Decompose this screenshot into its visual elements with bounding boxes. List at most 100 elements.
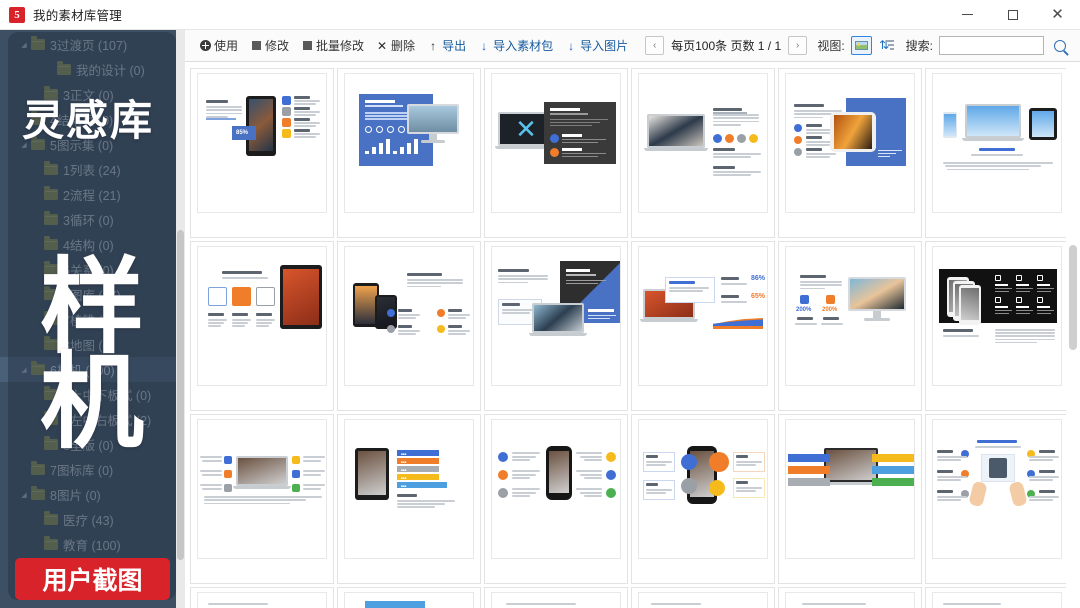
thumbnail-cell[interactable]	[484, 414, 628, 584]
minimize-button[interactable]	[945, 0, 990, 30]
laptop-six-icons-slide[interactable]	[197, 419, 327, 559]
import-pkg-button[interactable]: ↓ 导入素材包	[473, 35, 558, 56]
tree-item[interactable]: ◢3正文 (0)	[0, 82, 185, 107]
tree-item[interactable]: ◢2流程 (21)	[0, 182, 185, 207]
tree-item[interactable]: ◢4结构 (0)	[0, 232, 185, 257]
thumbnail-gallery[interactable]: 85% 86% 65% 200% 200% ■■■ ■■■ ■■■ ■■■ ■■■	[185, 62, 1080, 608]
tree-item[interactable]: ◢4结果页 (0)	[0, 107, 185, 132]
expand-arrow-icon[interactable]: ◢	[17, 491, 31, 499]
thumbnail-cell[interactable]	[925, 241, 1069, 411]
thumbnail-cell[interactable]	[337, 241, 481, 411]
next-page-button[interactable]: ›	[788, 36, 808, 55]
use-button[interactable]: 使用	[194, 35, 243, 56]
import-img-button[interactable]: ↓ 导入图片	[560, 35, 633, 56]
tree-item[interactable]: ◢教育 (100)	[0, 532, 185, 557]
tree-item[interactable]: ◢8地图 (0)	[0, 332, 185, 357]
thumbnail-cell[interactable]	[778, 587, 922, 608]
modify-button[interactable]: 修改	[245, 35, 294, 56]
batch-button[interactable]: 批量修改	[296, 35, 369, 56]
imac-camera-slide[interactable]: 200% 200%	[785, 246, 915, 386]
gallery-scrollbar-thumb[interactable]	[1069, 245, 1077, 350]
sidebar-scrollbar-thumb[interactable]	[177, 230, 184, 560]
thumbnail-cell[interactable]	[778, 414, 922, 584]
sidebar-tree-panel[interactable]: ◢3过渡页 (107)◢我的设计 (0)◢3正文 (0)◢4结果页 (0)◢5图…	[0, 30, 185, 608]
laptop-six-ribbons-slide[interactable]	[785, 419, 915, 559]
search-icon[interactable]	[1050, 36, 1070, 56]
partial-row-slide-1[interactable]	[197, 592, 327, 608]
thumbnail-cell[interactable]: ■■■ ■■■ ■■■ ■■■ ■■■	[337, 414, 481, 584]
tree-item[interactable]: ◢6图库 (27)	[0, 282, 185, 307]
hands-tablet-six-slide[interactable]	[932, 419, 1062, 559]
tree-item[interactable]: ◢7图标库 (0)	[0, 457, 185, 482]
close-button[interactable]: ✕	[1035, 0, 1080, 30]
partial-row-slide-6[interactable]	[932, 592, 1062, 608]
prev-page-button[interactable]: ‹	[645, 36, 665, 55]
expand-arrow-icon[interactable]: ◢	[17, 41, 31, 49]
phone-four-circles-slide[interactable]	[638, 419, 768, 559]
thumbnail-grid[interactable]: 85% 86% 65% 200% 200% ■■■ ■■■ ■■■ ■■■ ■■■	[185, 62, 1080, 608]
thumbnail-view-icon[interactable]	[850, 36, 872, 55]
two-tablets-dark-slide[interactable]	[344, 246, 474, 386]
sort-icon[interactable]: ⇅	[878, 37, 896, 55]
partial-row-slide-2[interactable]	[344, 592, 474, 608]
tree-item[interactable]: ◢ 8图片 (0)	[0, 482, 185, 507]
tree-item[interactable]: ◢医疗 (43)	[0, 507, 185, 532]
thumbnail-cell[interactable]	[631, 414, 775, 584]
laptop-diagonal-blue-slide[interactable]	[491, 246, 621, 386]
laptop-bed-photo-slide[interactable]	[638, 73, 768, 213]
thumbnail-cell[interactable]	[484, 68, 628, 238]
thumbnail-cell[interactable]	[925, 68, 1069, 238]
partial-row-slide-5[interactable]	[785, 592, 915, 608]
thumbnail-cell[interactable]	[337, 68, 481, 238]
black-phones-grid-slide[interactable]	[932, 246, 1062, 386]
gallery-scrollbar[interactable]	[1066, 62, 1080, 608]
thumbnail-cell[interactable]	[190, 587, 334, 608]
tree-item[interactable]: ◢9_3D素材 (0)	[0, 557, 185, 582]
tree-item[interactable]: ◢3循环 (0)	[0, 207, 185, 232]
dark-laptop-x-slide[interactable]	[491, 73, 621, 213]
slide-art-element	[979, 148, 1015, 151]
thumbnail-cell[interactable]	[190, 241, 334, 411]
tablet-bar-ranking-slide[interactable]: ■■■ ■■■ ■■■ ■■■ ■■■	[344, 419, 474, 559]
tablet-85-percent-slide[interactable]: 85%	[197, 73, 327, 213]
tree-item[interactable]: ◢2左中右板式 (2)	[0, 407, 185, 432]
thumbnail-cell[interactable]	[631, 587, 775, 608]
export-button[interactable]: ↑ 导出	[422, 35, 471, 56]
thumbnail-cell[interactable]	[631, 68, 775, 238]
tree-item[interactable]: ◢1上中下板式 (0)	[0, 382, 185, 407]
phone-blue-panel-slide[interactable]	[785, 73, 915, 213]
slide-art-element	[721, 295, 739, 298]
laptop-area-chart-slide[interactable]: 86% 65%	[638, 246, 768, 386]
partial-row-slide-3[interactable]	[491, 592, 621, 608]
thumbnail-cell[interactable]	[484, 241, 628, 411]
thumbnail-cell[interactable]	[337, 587, 481, 608]
thumbnail-cell[interactable]	[925, 587, 1069, 608]
maximize-button[interactable]	[990, 0, 1035, 30]
tree-item[interactable]: ◢ 6样机 (100)	[0, 357, 185, 382]
thumbnail-cell[interactable]: 85%	[190, 68, 334, 238]
thumbnail-cell[interactable]	[484, 587, 628, 608]
tree-item[interactable]: ◢ 3过渡页 (107)	[0, 32, 185, 57]
phone-six-points-slide[interactable]	[491, 419, 621, 559]
thumbnail-cell[interactable]: 86% 65%	[631, 241, 775, 411]
thumbnail-cell[interactable]	[925, 414, 1069, 584]
thumbnail-cell[interactable]	[778, 68, 922, 238]
folder-tree[interactable]: ◢3过渡页 (107)◢我的设计 (0)◢3正文 (0)◢4结果页 (0)◢5图…	[0, 30, 185, 582]
thumbnail-cell[interactable]: 200% 200%	[778, 241, 922, 411]
sidebar-scrollbar[interactable]	[176, 30, 185, 608]
tree-item[interactable]: ◢7棱锥 (0)	[0, 307, 185, 332]
search-input[interactable]	[939, 36, 1044, 55]
partial-row-slide-4[interactable]	[638, 592, 768, 608]
tablet-bridge-icons-slide[interactable]	[197, 246, 327, 386]
blue-imac-chart-slide[interactable]	[344, 73, 474, 213]
tree-item[interactable]: ◢1列表 (24)	[0, 157, 185, 182]
multi-device-cloud-slide[interactable]	[932, 73, 1062, 213]
expand-arrow-icon[interactable]: ◢	[17, 141, 31, 149]
thumbnail-cell[interactable]	[190, 414, 334, 584]
tree-item[interactable]: ◢3全版 (0)	[0, 432, 185, 457]
tree-item[interactable]: ◢我的设计 (0)	[0, 57, 185, 82]
delete-button[interactable]: ✕ 删除	[371, 35, 420, 56]
tree-item[interactable]: ◢5关系 (0)	[0, 257, 185, 282]
expand-arrow-icon[interactable]: ◢	[17, 366, 31, 374]
tree-item[interactable]: ◢ 5图示集 (0)	[0, 132, 185, 157]
